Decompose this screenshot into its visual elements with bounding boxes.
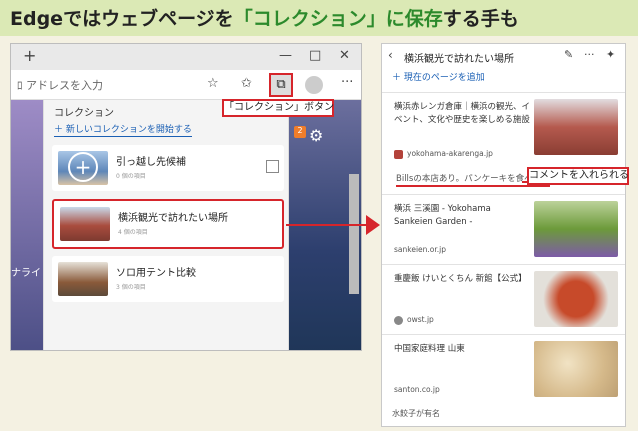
- collection-thumbnail: [58, 262, 108, 296]
- maximize-button[interactable]: □: [309, 48, 321, 63]
- close-button[interactable]: ✕: [339, 48, 350, 63]
- avatar[interactable]: [305, 76, 323, 94]
- panel-header: ‹ 横浜観光で訪れたい場所 ✎ ··· ✦: [382, 44, 625, 68]
- collection-count: 4 個の項目: [118, 229, 148, 236]
- item-thumbnail: [534, 201, 618, 257]
- item-thumbnail: [534, 271, 618, 327]
- arrow-head-icon: [366, 215, 380, 235]
- item-title: 重慶飯 けいとくちん 新館【公式】: [394, 274, 527, 284]
- favorite-add-icon[interactable]: ☆: [207, 76, 219, 91]
- collection-title: 横浜観光で訪れたい場所: [404, 54, 514, 65]
- item-thumbnail: [534, 99, 618, 155]
- collections-icon: ⧉: [276, 77, 286, 92]
- plus-icon: +: [68, 152, 98, 182]
- panel-title: コレクション: [54, 108, 114, 119]
- item-thumbnail: [534, 341, 618, 397]
- collection-name: 横浜観光で訪れたい場所: [118, 213, 228, 224]
- collection-count: 3 個の項目: [116, 284, 146, 291]
- page-text-fragment: ナライ: [11, 268, 41, 279]
- address-placeholder[interactable]: ﾛ アドレスを入力: [17, 77, 103, 93]
- collection-item[interactable]: 中国家庭料理 山東 santon.co.jp: [382, 334, 625, 404]
- comment-callout: コメントを入れられる: [527, 167, 629, 185]
- collection-button-callout: 「コレクション」ボタン: [222, 99, 334, 117]
- add-current-page-button[interactable]: ＋ 現在のページを追加: [392, 70, 485, 83]
- note-icon[interactable]: ✎: [564, 48, 573, 61]
- collection-item[interactable]: 横浜 三溪園 - Yokohama Sankeien Garden - sank…: [382, 194, 625, 264]
- new-collection-link[interactable]: ＋ 新しいコレクションを開始する: [54, 122, 192, 137]
- plus-icon: ＋: [392, 73, 404, 83]
- collection-card[interactable]: + 引っ越し先候補 0 個の項目: [52, 145, 284, 191]
- favicon-icon: [394, 315, 403, 325]
- item-source: santon.co.jp: [394, 385, 440, 394]
- new-tab-button[interactable]: +: [23, 46, 36, 65]
- item-source: owst.jp: [394, 315, 434, 325]
- collection-name: ソロ用テント比較: [116, 268, 196, 279]
- scrollbar[interactable]: [349, 174, 359, 294]
- more-icon[interactable]: ···: [341, 75, 353, 90]
- page-background-left: ナライ: [11, 100, 43, 350]
- browser-window: + — □ ✕ ﾛ アドレスを入力 ☆ ✩ ··· ⧉ ナライ 2 ⚙ コレクシ…: [10, 43, 362, 351]
- item-source: sankeien.or.jp: [394, 245, 446, 254]
- gear-icon[interactable]: ⚙: [309, 126, 323, 145]
- collection-item[interactable]: 重慶飯 けいとくちん 新館【公式】 owst.jp: [382, 264, 625, 334]
- item-comment[interactable]: 水餃子が有名: [392, 408, 440, 419]
- title-highlight: 「コレクション」に保存: [233, 8, 443, 30]
- collection-thumbnail: [60, 207, 110, 241]
- collection-name: 引っ越し先候補: [116, 157, 186, 168]
- item-title: 中国家庭料理 山東: [394, 344, 465, 354]
- item-title: 横浜 三溪園 - Yokohama Sankeien Garden -: [394, 204, 491, 227]
- arrow-line: [286, 224, 366, 226]
- collection-card-selected[interactable]: 横浜観光で訪れたい場所 4 個の項目: [52, 199, 284, 249]
- notification-badge: 2: [294, 126, 306, 138]
- more-icon[interactable]: ···: [584, 48, 595, 61]
- item-source: yokohama-akarenga.jp: [394, 149, 493, 159]
- item-title: 横浜赤レンガ倉庫｜横浜の観光、イベント、文化や歴史を楽しめる施設: [394, 102, 531, 125]
- collections-panel: コレクション ＋ 新しいコレクションを開始する + 引っ越し先候補 0 個の項目…: [43, 100, 289, 350]
- collections-button[interactable]: ⧉: [269, 73, 293, 97]
- pin-icon[interactable]: ✦: [606, 48, 615, 61]
- tab-bar: + — □ ✕: [11, 44, 361, 70]
- collection-item[interactable]: 横浜赤レンガ倉庫｜横浜の観光、イベント、文化や歴史を楽しめる施設 yokoham…: [382, 92, 625, 166]
- article-title: Edgeではウェブページを「コレクション」に保存する手も: [10, 8, 519, 30]
- collection-count: 0 個の項目: [116, 173, 146, 180]
- collection-card[interactable]: ソロ用テント比較 3 個の項目: [52, 256, 284, 302]
- favorites-icon[interactable]: ✩: [241, 76, 252, 91]
- favicon-icon: [394, 149, 403, 159]
- select-checkbox[interactable]: [266, 160, 279, 173]
- back-icon[interactable]: ‹: [388, 48, 393, 62]
- minimize-button[interactable]: —: [279, 48, 292, 63]
- collection-detail-panel: ‹ 横浜観光で訪れたい場所 ✎ ··· ✦ ＋ 現在のページを追加 横浜赤レンガ…: [381, 43, 626, 427]
- plus-icon: ＋: [54, 125, 66, 135]
